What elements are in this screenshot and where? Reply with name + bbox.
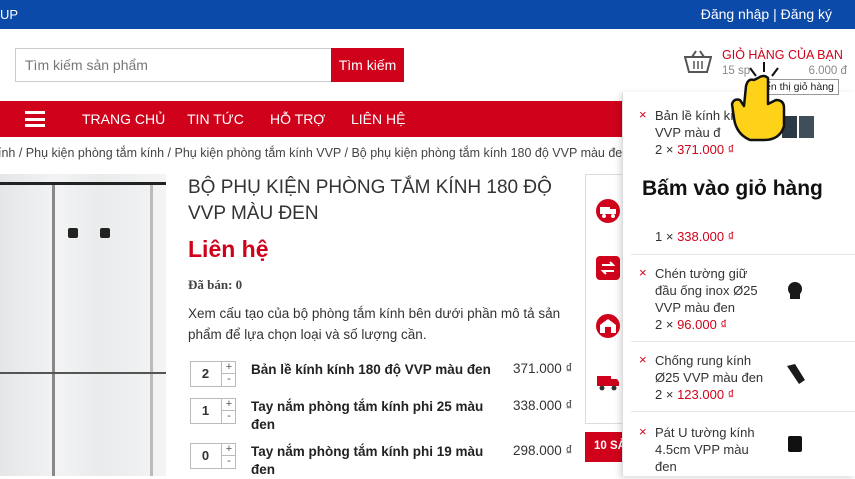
instruction-overlay: Bấm vào giỏ hàng [638,175,827,203]
account-links: Đăng nhập | Đăng ký [701,6,832,22]
quantity-stepper[interactable]: 1 + - [190,398,236,424]
cart-item-qty: 2 × [655,142,674,157]
towel-rail [0,372,166,374]
top-bar-left-text: UP [0,7,19,22]
remove-item-button[interactable]: × [639,107,647,122]
sold-count: Đã bán: 0 [188,277,243,292]
nav-item-news[interactable]: TIN TỨC [187,111,244,127]
warehouse-icon [596,314,620,338]
product-image[interactable] [0,174,166,476]
search-input[interactable] [16,49,330,81]
option-name: Tay nắm phòng tắm kính phi 19 màu đen [251,444,484,477]
anti-vibration-thumbnail-icon [787,364,805,384]
glass-bar [150,185,153,476]
glass-frame [0,182,166,185]
remove-item-button[interactable]: × [639,265,647,280]
cart-total: 6.000 đ [808,65,847,77]
cart-item-qty-price: 1 × 338.000 ₫ [655,228,770,245]
quantity-stepper[interactable]: 2 + - [190,361,236,387]
quantity-stepper[interactable]: 0 + - [190,443,236,469]
cart-item-qty: 2 × [655,387,674,402]
pointing-hand-icon [730,62,786,142]
cart-item-qty-price: 2 × 96.000 ₫ [655,316,770,333]
quantity-value[interactable]: 0 [191,444,220,468]
option-price: 338.000 ₫ [513,398,573,413]
option-price: 371.000 ₫ [513,361,573,376]
cart-icon[interactable] [684,50,712,76]
divider [631,254,855,255]
hinge-knob [100,228,110,238]
quantity-value[interactable]: 2 [191,362,220,386]
free-ship-icon [597,376,619,391]
nav-item-home[interactable]: TRANG CHỦ [82,111,165,127]
cart-item-price: 96.000 ₫ [677,317,728,332]
top-bar: UP Đăng nhập | Đăng ký [0,0,855,29]
cart-item-price: 123.000 ₫ [677,387,735,402]
hinge-knob [68,228,78,238]
decrease-button[interactable]: - [221,456,236,468]
product-title: BỘ PHỤ KIỆN PHÒNG TẮM KÍNH 180 ĐỘ VVP MÀ… [188,177,552,224]
search-bar: Tìm kiếm [15,48,404,82]
cart-item-name[interactable]: Chén tường giữ đầu ống inox Ø25 VVP màu … [655,265,770,316]
cart-item-qty: 2 × [655,317,674,332]
divider [631,341,855,342]
u-bracket-thumbnail-icon [788,436,802,452]
quantity-value[interactable]: 1 [191,399,220,423]
login-link[interactable]: Đăng nhập [701,6,770,22]
side-section-tab[interactable]: 10 SẢ [585,432,625,462]
breadcrumb[interactable]: ính / Phụ kiện phòng tắm kính / Phụ kiện… [0,146,629,160]
register-link[interactable]: Đăng ký [781,6,832,22]
cart-item-price: 338.000 ₫ [677,229,735,244]
option-name: Bản lề kính kính 180 độ VVP màu đen [251,362,491,377]
menu-icon[interactable] [25,111,45,127]
account-separator: | [773,6,777,22]
cart-item-name[interactable]: Chống rung kính Ø25 VVP màu đen [655,352,770,386]
nav-item-support[interactable]: HỖ TRỢ [270,111,325,127]
nav-item-contact[interactable]: LIÊN HỆ [351,111,405,127]
shipping-truck-icon [596,199,620,223]
return-exchange-icon [596,256,620,280]
option-price: 298.000 ₫ [513,443,573,458]
cart-item-qty-price: 2 × 123.000 ₫ [655,386,770,403]
divider [631,411,855,412]
wall-flange-thumbnail-icon [788,282,802,299]
remove-item-button[interactable]: × [639,424,647,439]
decrease-button[interactable]: - [221,411,236,423]
cart-dropdown: × Bản lề kính kín độ VVP màu đ 2 × 371.0… [622,92,855,476]
option-name: Tay nắm phòng tắm kính phi 25 màu đen [251,399,484,432]
glass-bar [52,185,55,476]
cart-item-price: 371.000 ₫ [677,142,735,157]
product-price: Liên hệ [188,236,269,262]
product-description: Xem cấu tạo của bộ phòng tắm kính bên dư… [188,306,561,342]
cart-item-qty: 1 × [655,229,674,244]
search-button[interactable]: Tìm kiếm [331,48,404,82]
cart-item-name[interactable]: Pát U tường kính 4.5cm VPP màu đen [655,424,770,475]
decrease-button[interactable]: - [221,374,236,386]
remove-item-button[interactable]: × [639,352,647,367]
